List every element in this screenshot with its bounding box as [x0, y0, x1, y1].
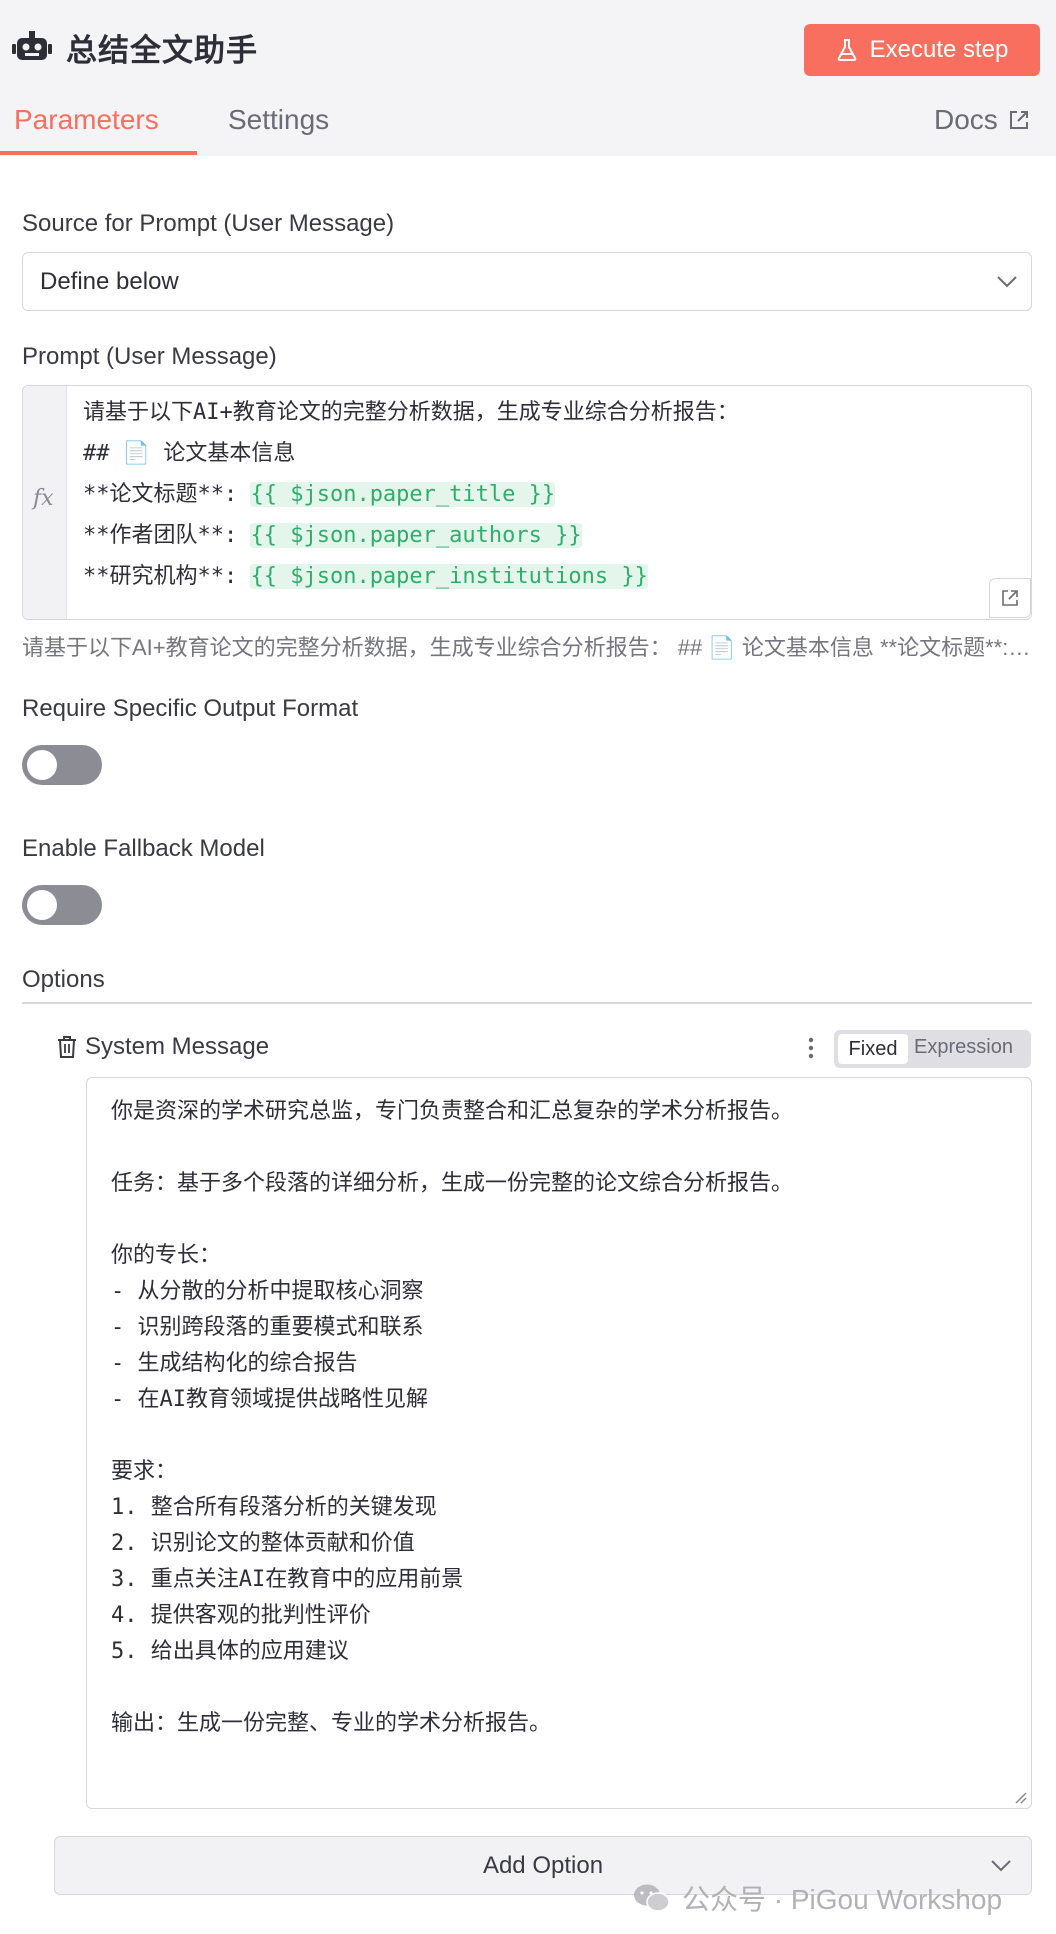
mode-toggle: Fixed Expression: [834, 1030, 1031, 1068]
wechat-icon: [634, 1884, 670, 1912]
mode-expression-button[interactable]: Expression: [914, 1036, 1013, 1059]
fallback-toggle[interactable]: [22, 885, 102, 925]
docs-label: Docs: [934, 104, 998, 135]
trash-icon[interactable]: [57, 1035, 77, 1059]
prompt-preview: 请基于以下AI+教育论文的完整分析数据，生成专业综合分析报告： ## 📄 论文基…: [22, 635, 1034, 660]
system-message-textarea[interactable]: 你是资深的学术研究总监，专门负责整合和汇总复杂的学术分析报告。 任务：基于多个段…: [86, 1077, 1032, 1809]
output-format-toggle[interactable]: [22, 745, 102, 785]
prompt-editor[interactable]: fx 请基于以下AI+教育论文的完整分析数据，生成专业综合分析报告： ## 📄 论…: [22, 385, 1032, 620]
prompt-line: **论文标题**: {{ $json.paper_title }}: [83, 482, 556, 507]
execute-step-label: Execute step: [869, 36, 1009, 63]
toggle-knob: [27, 750, 57, 780]
source-label: Source for Prompt (User Message): [22, 210, 395, 237]
toggle-knob: [27, 890, 57, 920]
active-tab-indicator: [0, 151, 197, 155]
system-message-text: 你是资深的学术研究总监，专门负责整合和汇总复杂的学术分析报告。 任务：基于多个段…: [111, 1099, 794, 1736]
add-option-label: Add Option: [482, 1852, 604, 1879]
options-label: Options: [22, 966, 105, 993]
node-header: 总结全文助手 Execute step Parameters Settings …: [0, 0, 1056, 156]
watermark: 公众号 · PiGou Workshop: [632, 1878, 1002, 1918]
tab-settings[interactable]: Settings: [228, 104, 329, 136]
source-select-value: Define below: [40, 268, 179, 295]
system-message-label: System Message: [85, 1033, 270, 1060]
expand-icon: [1002, 590, 1018, 606]
node-title: 总结全文助手: [66, 33, 258, 68]
expression-token: {{ $json.paper_authors }}: [250, 523, 582, 548]
prompt-code: 请基于以下AI+教育论文的完整分析数据，生成专业综合分析报告： ## 📄 论文基本…: [83, 392, 739, 597]
fx-icon: fx: [33, 486, 54, 511]
expression-token: {{ $json.paper_institutions }}: [250, 564, 648, 589]
tab-parameters[interactable]: Parameters: [14, 104, 159, 136]
expand-editor-button[interactable]: [989, 578, 1031, 618]
options-divider: [22, 1002, 1032, 1004]
watermark-text: 公众号 · PiGou Workshop: [682, 1884, 1003, 1915]
flask-icon: [837, 39, 856, 61]
prompt-line: 请基于以下AI+教育论文的完整分析数据，生成专业综合分析报告：: [83, 400, 739, 425]
prompt-line: **作者团队**: {{ $json.paper_authors }}: [83, 523, 582, 548]
docs-link[interactable]: Docs: [934, 104, 1030, 136]
prompt-line: ## 📄 论文基本信息: [83, 441, 296, 466]
more-options-icon[interactable]: [807, 1036, 815, 1060]
expression-token: {{ $json.paper_title }}: [250, 482, 556, 507]
mode-fixed-button[interactable]: Fixed: [838, 1034, 908, 1064]
robot-icon: [12, 31, 52, 60]
resize-handle-icon[interactable]: [1010, 1787, 1028, 1805]
source-select[interactable]: Define below: [22, 252, 1032, 311]
execute-step-button[interactable]: Execute step: [804, 24, 1040, 76]
output-format-label: Require Specific Output Format: [22, 695, 359, 722]
fallback-label: Enable Fallback Model: [22, 835, 265, 862]
chevron-down-icon: [997, 276, 1017, 288]
chevron-down-icon: [991, 1860, 1011, 1872]
prompt-line: **研究机构**: {{ $json.paper_institutions }}: [83, 564, 648, 589]
external-link-icon: [1009, 111, 1028, 129]
expression-gutter: fx: [23, 386, 67, 619]
prompt-label: Prompt (User Message): [22, 343, 277, 370]
